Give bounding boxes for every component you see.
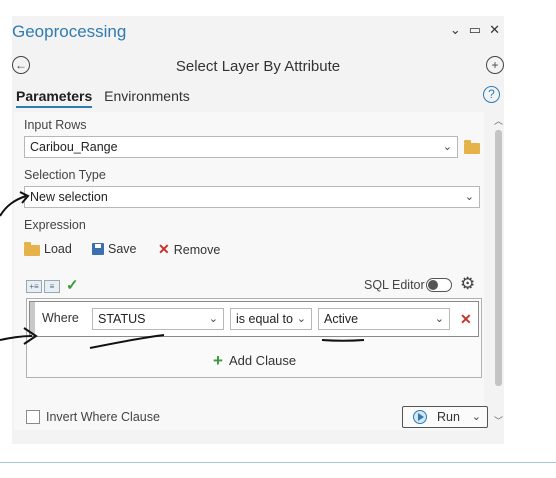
arrow-stroke-clause: [0, 335, 33, 341]
arrow-stroke-selection: [0, 195, 27, 217]
handwritten-annotations: [0, 191, 365, 349]
underline-value: [321, 339, 365, 342]
underline-field: [89, 334, 165, 349]
